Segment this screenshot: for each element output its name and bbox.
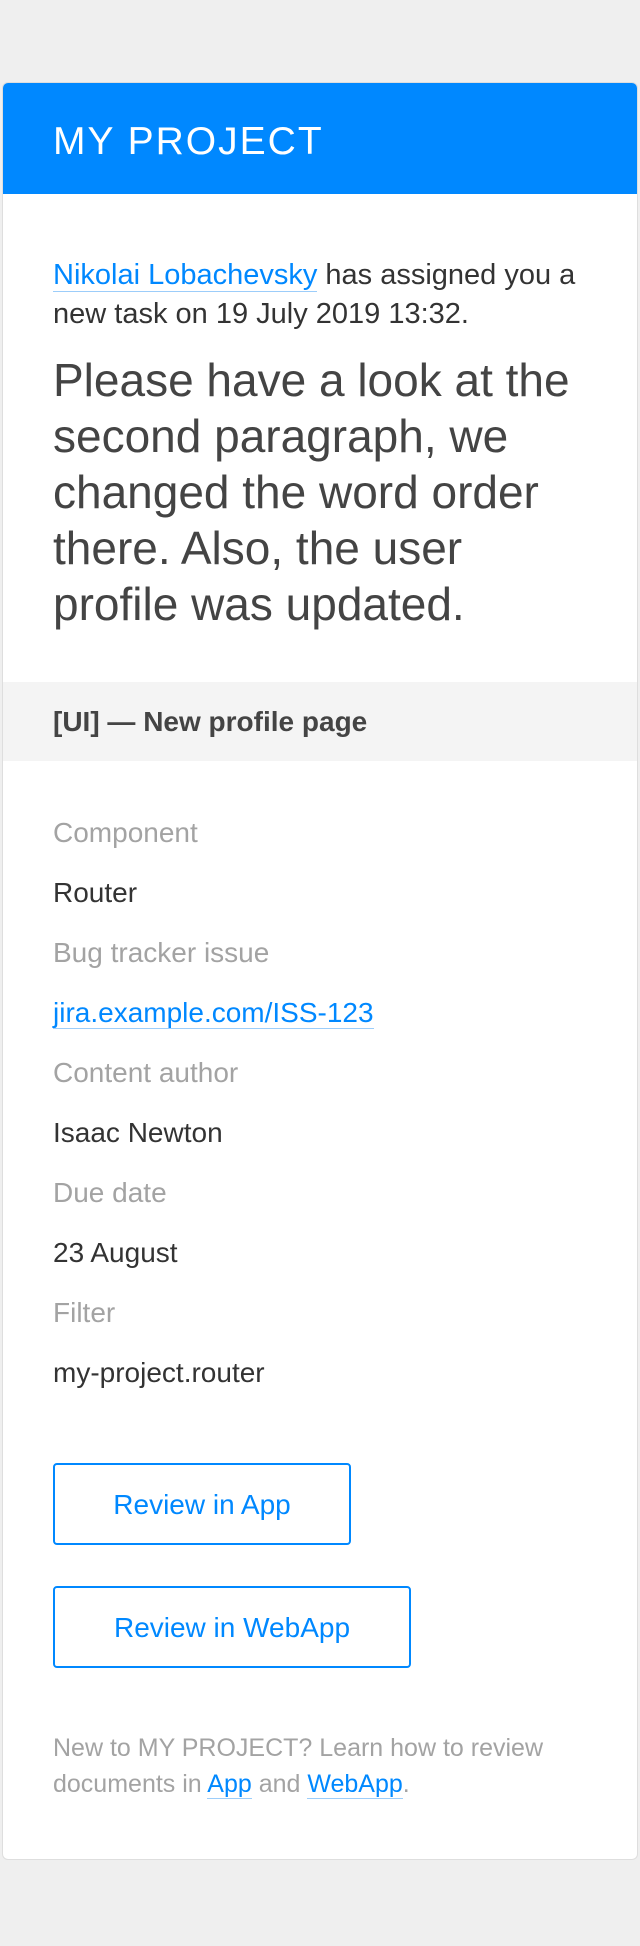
component-value: Router	[53, 877, 138, 908]
assigner-link[interactable]: Nikolai Lobachevsky	[53, 259, 318, 292]
bug-tracker-value: jira.example.com/ISS-123	[53, 983, 587, 1043]
bug-tracker-link[interactable]: jira.example.com/ISS-123	[53, 997, 374, 1029]
task-message: Please have a look at the second paragra…	[53, 354, 570, 630]
footer-end-text: .	[402, 1770, 410, 1798]
filter-value: my-project.router	[53, 1357, 265, 1388]
task-title: [UI] — New profile page	[53, 705, 368, 737]
action-buttons: Review in App Review in WebApp	[3, 1403, 637, 1668]
content-author-value: Isaac Newton	[53, 1117, 223, 1148]
review-in-webapp-button[interactable]: Review in WebApp	[53, 1586, 411, 1668]
review-in-app-button[interactable]: Review in App	[53, 1463, 351, 1545]
due-date-label: Due date	[53, 1177, 167, 1208]
assignment-line: Nikolai Lobachevsky has assigned you a n…	[53, 256, 587, 334]
footer-webapp-link[interactable]: WebApp	[307, 1770, 403, 1799]
due-date-value: 23 August	[53, 1237, 178, 1268]
bug-tracker-label: Bug tracker issue	[53, 937, 270, 968]
component-label: Component	[53, 817, 198, 848]
project-title: MY PROJECT	[53, 119, 324, 163]
task-title-bar: [UI] — New profile page	[3, 682, 637, 761]
filter-label: Filter	[53, 1297, 116, 1328]
task-details: Component Router Bug tracker issue jira.…	[3, 761, 637, 1403]
card-header: MY PROJECT	[3, 83, 637, 194]
content-author-label: Content author	[53, 1057, 239, 1088]
footer-app-link[interactable]: App	[207, 1770, 252, 1799]
footer-note: New to MY PROJECT? Learn how to review d…	[3, 1668, 637, 1802]
intro-section: Nikolai Lobachevsky has assigned you a n…	[3, 194, 637, 632]
footer-and-text: and	[251, 1770, 308, 1798]
email-card: MY PROJECT Nikolai Lobachevsky has assig…	[2, 82, 638, 1860]
